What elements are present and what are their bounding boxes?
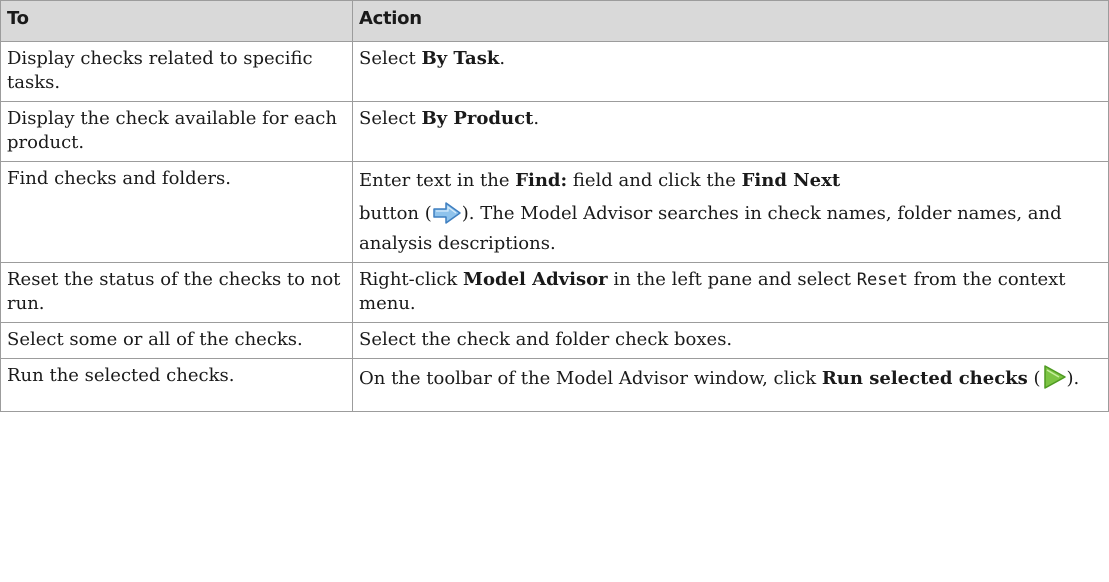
action-text: Right-click	[359, 269, 464, 290]
table-row: Display checks related to specific tasks…	[0, 41, 1109, 102]
action-text: On the toolbar of the Model Advisor wind…	[359, 368, 822, 389]
cell-to: Display checks related to specific tasks…	[0, 41, 353, 102]
cell-action: Right-click Model Advisor in the left pa…	[352, 262, 1109, 323]
arrow-right-icon	[432, 201, 462, 232]
cell-action: Select the check and folder check boxes.	[352, 322, 1109, 359]
cell-action: Select By Task.	[352, 41, 1109, 102]
cell-to: Find checks and folders.	[0, 161, 353, 263]
action-text: Select	[359, 48, 422, 69]
table-row: Reset the status of the checks to not ru…	[0, 262, 1109, 323]
table-header-row: To Action	[0, 0, 1109, 42]
action-text: in the left pane and select	[607, 269, 857, 290]
actions-table: To Action Display checks related to spec…	[0, 0, 1109, 412]
cell-to: Run the selected checks.	[0, 358, 353, 412]
table-row: Find checks and folders. Enter text in t…	[0, 161, 1109, 263]
action-text: ).	[1066, 368, 1080, 389]
action-text: .	[533, 108, 540, 129]
header-to: To	[0, 0, 353, 42]
cell-action: On the toolbar of the Model Advisor wind…	[352, 358, 1109, 412]
cell-to: Select some or all of the checks.	[0, 322, 353, 359]
action-bold: Find Next	[741, 170, 841, 191]
action-bold: Run selected checks	[821, 368, 1028, 389]
action-text: Enter text in the	[359, 170, 516, 191]
action-code: Reset	[856, 270, 908, 290]
action-bold: Find:	[515, 170, 568, 191]
action-text: .	[499, 48, 506, 69]
action-text: button (	[359, 203, 432, 224]
table-row: Display the check available for each pro…	[0, 101, 1109, 162]
cell-to: Display the check available for each pro…	[0, 101, 353, 162]
cell-action: Enter text in the Find: field and click …	[352, 161, 1109, 263]
action-bold: Model Advisor	[463, 269, 608, 290]
action-text: Select	[359, 108, 422, 129]
action-text: (	[1027, 368, 1041, 389]
cell-to: Reset the status of the checks to not ru…	[0, 262, 353, 323]
action-text: ). The Model Advisor searches in check n…	[359, 203, 1062, 254]
action-bold: By Product	[421, 108, 534, 129]
table-row: Select some or all of the checks. Select…	[0, 322, 1109, 359]
header-action: Action	[352, 0, 1109, 42]
cell-action: Select By Product.	[352, 101, 1109, 162]
play-icon	[1041, 364, 1067, 399]
action-text: field and click the	[567, 170, 742, 191]
action-bold: By Task	[421, 48, 500, 69]
table-row: Run the selected checks. On the toolbar …	[0, 358, 1109, 412]
